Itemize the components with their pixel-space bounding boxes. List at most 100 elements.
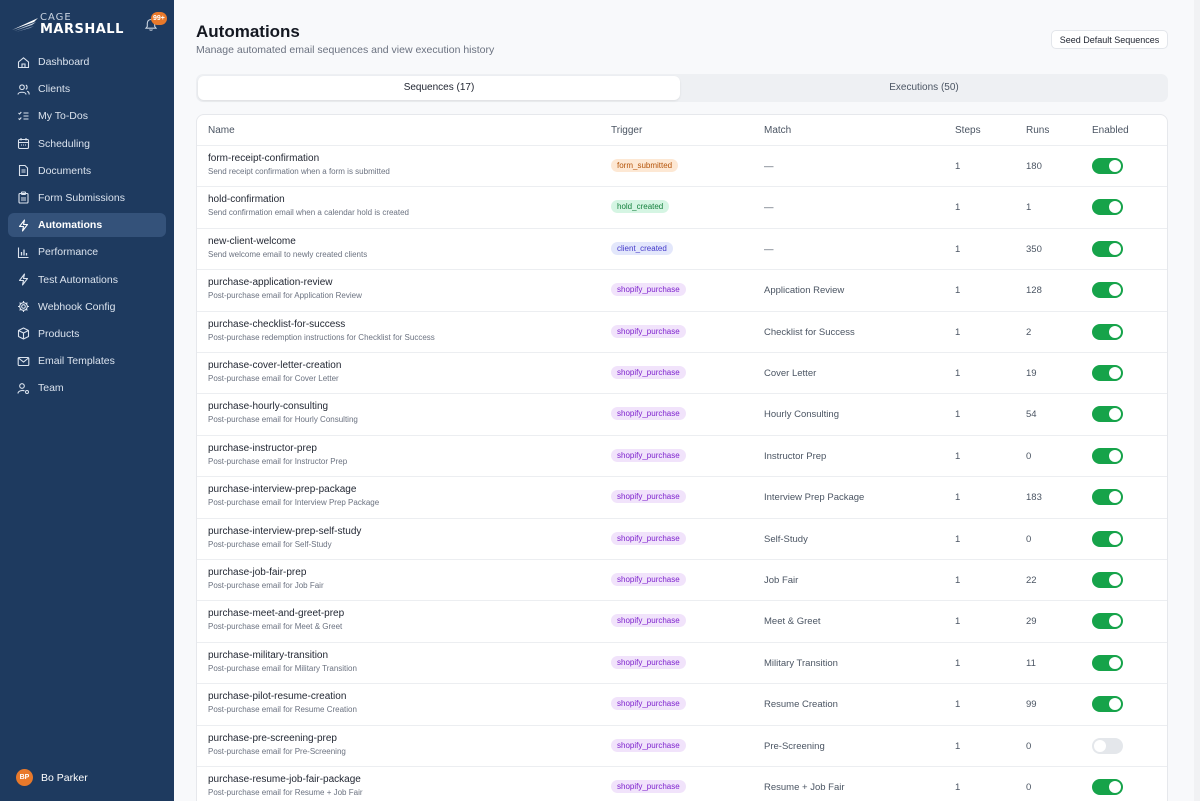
sidebar-item-clients[interactable]: Clients bbox=[8, 77, 166, 101]
column-header-enabled[interactable]: Enabled bbox=[1092, 125, 1129, 136]
enabled-toggle[interactable] bbox=[1092, 323, 1123, 340]
match-value: Hourly Consulting bbox=[764, 409, 839, 421]
runs-count: 54 bbox=[1026, 409, 1037, 421]
sequence-name[interactable]: purchase-pre-screening-prep bbox=[208, 733, 337, 744]
match-value: — bbox=[764, 243, 774, 255]
sequence-name[interactable]: purchase-interview-prep-package bbox=[208, 484, 356, 495]
page-scrollbar[interactable] bbox=[1194, 0, 1200, 801]
table-row[interactable]: purchase-interview-prep-self-study Post-p… bbox=[197, 517, 1167, 559]
table-row[interactable]: purchase-application-review Post-purchase… bbox=[197, 269, 1167, 310]
sidebar-item-my-to-dos[interactable]: My To-Dos bbox=[8, 104, 166, 128]
runs-count: 0 bbox=[1026, 450, 1032, 462]
sequence-name[interactable]: hold-confirmation bbox=[208, 194, 285, 205]
brand-main-text: MARSHALL bbox=[40, 22, 124, 37]
table-row[interactable]: purchase-resume-job-fair-package Post-pur… bbox=[197, 766, 1167, 801]
sidebar-item-scheduling[interactable]: Scheduling bbox=[8, 132, 166, 156]
trigger-badge: shopify_purchase bbox=[611, 490, 686, 504]
table-row[interactable]: form-receipt-confirmation Send receipt co… bbox=[197, 145, 1167, 186]
table-row[interactable]: purchase-checklist-for-success Post-purch… bbox=[197, 310, 1167, 352]
enabled-toggle[interactable] bbox=[1092, 406, 1123, 423]
sidebar-item-test-automations[interactable]: Test Automations bbox=[8, 268, 166, 292]
trigger-badge: shopify_purchase bbox=[611, 738, 686, 752]
column-header-name[interactable]: Name bbox=[208, 125, 235, 136]
table-row[interactable]: purchase-military-transition Post-purchas… bbox=[197, 641, 1167, 683]
steps-count: 1 bbox=[955, 368, 961, 379]
sidebar-item-documents[interactable]: Documents bbox=[8, 159, 166, 183]
package-icon bbox=[17, 327, 30, 340]
sequence-name[interactable]: purchase-cover-letter-creation bbox=[208, 360, 341, 371]
sequence-name[interactable]: new-client-welcome bbox=[208, 236, 296, 247]
sidebar-item-form-submissions[interactable]: Form Submissions bbox=[8, 186, 166, 210]
enabled-toggle[interactable] bbox=[1092, 572, 1123, 588]
sequence-name[interactable]: purchase-application-review bbox=[208, 277, 333, 288]
sequence-description: Post-purchase email for Meet & Greet bbox=[208, 622, 343, 632]
sequence-name[interactable]: form-receipt-confirmation bbox=[208, 153, 319, 164]
seed-default-sequences-button[interactable]: Seed Default Sequences bbox=[1051, 30, 1168, 49]
sidebar-item-team[interactable]: Team bbox=[8, 376, 166, 400]
enabled-toggle[interactable] bbox=[1092, 240, 1123, 257]
sidebar-item-performance[interactable]: Performance bbox=[8, 240, 166, 264]
enabled-toggle[interactable] bbox=[1092, 613, 1123, 630]
toggle-knob bbox=[1109, 408, 1121, 421]
sequence-name[interactable]: purchase-checklist-for-success bbox=[208, 319, 345, 330]
enabled-toggle[interactable] bbox=[1092, 158, 1123, 174]
user-profile[interactable]: BP Bo Parker bbox=[16, 769, 88, 786]
trigger-badge: shopify_purchase bbox=[611, 366, 686, 379]
table-row[interactable]: purchase-instructor-prep Post-purchase em… bbox=[197, 434, 1167, 476]
table-row[interactable]: purchase-cover-letter-creation Post-purch… bbox=[197, 352, 1167, 393]
trigger-badge: shopify_purchase bbox=[611, 780, 686, 793]
column-header-match[interactable]: Match bbox=[764, 125, 791, 136]
enabled-toggle[interactable] bbox=[1092, 530, 1123, 547]
match-value: Self-Study bbox=[764, 533, 808, 545]
column-header-runs[interactable]: Runs bbox=[1026, 125, 1049, 136]
table-row[interactable]: purchase-pre-screening-prep Post-purchase… bbox=[197, 724, 1167, 766]
tab-sequences[interactable]: Sequences (17) bbox=[198, 76, 680, 100]
sidebar-item-email-templates[interactable]: Email Templates bbox=[8, 349, 166, 373]
bar-chart-icon bbox=[17, 246, 30, 259]
sidebar-item-products[interactable]: Products bbox=[8, 322, 166, 346]
enabled-toggle[interactable] bbox=[1092, 365, 1123, 381]
sequence-name[interactable]: purchase-pilot-resume-creation bbox=[208, 691, 346, 702]
enabled-toggle[interactable] bbox=[1092, 282, 1123, 299]
sidebar-item-automations[interactable]: Automations bbox=[8, 213, 166, 238]
sequence-description: Post-purchase email for Application Revi… bbox=[208, 291, 362, 301]
table-row[interactable]: purchase-meet-and-greet-prep Post-purchas… bbox=[197, 600, 1167, 641]
sidebar-item-label: Scheduling bbox=[38, 137, 90, 150]
column-header-trigger[interactable]: Trigger bbox=[611, 125, 642, 136]
toggle-knob bbox=[1109, 284, 1121, 297]
steps-count: 1 bbox=[955, 202, 961, 214]
enabled-toggle[interactable] bbox=[1092, 654, 1123, 671]
enabled-toggle[interactable] bbox=[1092, 489, 1123, 506]
table-row[interactable]: purchase-pilot-resume-creation Post-purch… bbox=[197, 683, 1167, 724]
trigger-badge: shopify_purchase bbox=[611, 407, 686, 421]
tab-executions[interactable]: Executions (50) bbox=[682, 76, 1166, 100]
sidebar-item-webhook-config[interactable]: Webhook Config bbox=[8, 295, 166, 319]
sidebar-item-label: Documents bbox=[38, 164, 92, 177]
enabled-toggle[interactable] bbox=[1092, 696, 1123, 713]
sequence-name[interactable]: purchase-meet-and-greet-prep bbox=[208, 608, 344, 619]
steps-count: 1 bbox=[955, 285, 961, 297]
sequence-name[interactable]: purchase-instructor-prep bbox=[208, 443, 317, 454]
enabled-toggle[interactable] bbox=[1092, 779, 1123, 795]
enabled-toggle[interactable] bbox=[1092, 199, 1123, 216]
sequence-name[interactable]: purchase-interview-prep-self-study bbox=[208, 526, 361, 537]
sequence-name[interactable]: purchase-hourly-consulting bbox=[208, 401, 328, 412]
table-row[interactable]: purchase-job-fair-prep Post-purchase emai… bbox=[197, 559, 1167, 600]
column-header-steps[interactable]: Steps bbox=[955, 125, 981, 136]
sequence-name[interactable]: purchase-resume-job-fair-package bbox=[208, 774, 361, 785]
enabled-toggle[interactable] bbox=[1092, 447, 1123, 464]
sidebar-item-dashboard[interactable]: Dashboard bbox=[8, 50, 166, 74]
table-row[interactable]: new-client-welcome Send welcome email to … bbox=[197, 227, 1167, 269]
table-row[interactable]: purchase-interview-prep-package Post-purc… bbox=[197, 476, 1167, 517]
table-row[interactable]: purchase-hourly-consulting Post-purchase … bbox=[197, 393, 1167, 434]
enabled-toggle[interactable] bbox=[1092, 737, 1123, 754]
toggle-knob bbox=[1109, 615, 1121, 628]
sidebar-nav: Dashboard Clients My To-Dos Scheduling Docum… bbox=[8, 50, 166, 403]
sequence-description: Post-purchase email for Self-Study bbox=[208, 539, 332, 549]
table-row[interactable]: hold-confirmation Send confirmation email… bbox=[197, 186, 1167, 227]
notification-badge: 99+ bbox=[151, 12, 167, 25]
runs-count: 128 bbox=[1026, 285, 1042, 297]
sequence-name[interactable]: purchase-job-fair-prep bbox=[208, 567, 306, 578]
brand-logo[interactable]: CAGE MARSHALL bbox=[12, 12, 142, 38]
sequence-name[interactable]: purchase-military-transition bbox=[208, 650, 328, 661]
